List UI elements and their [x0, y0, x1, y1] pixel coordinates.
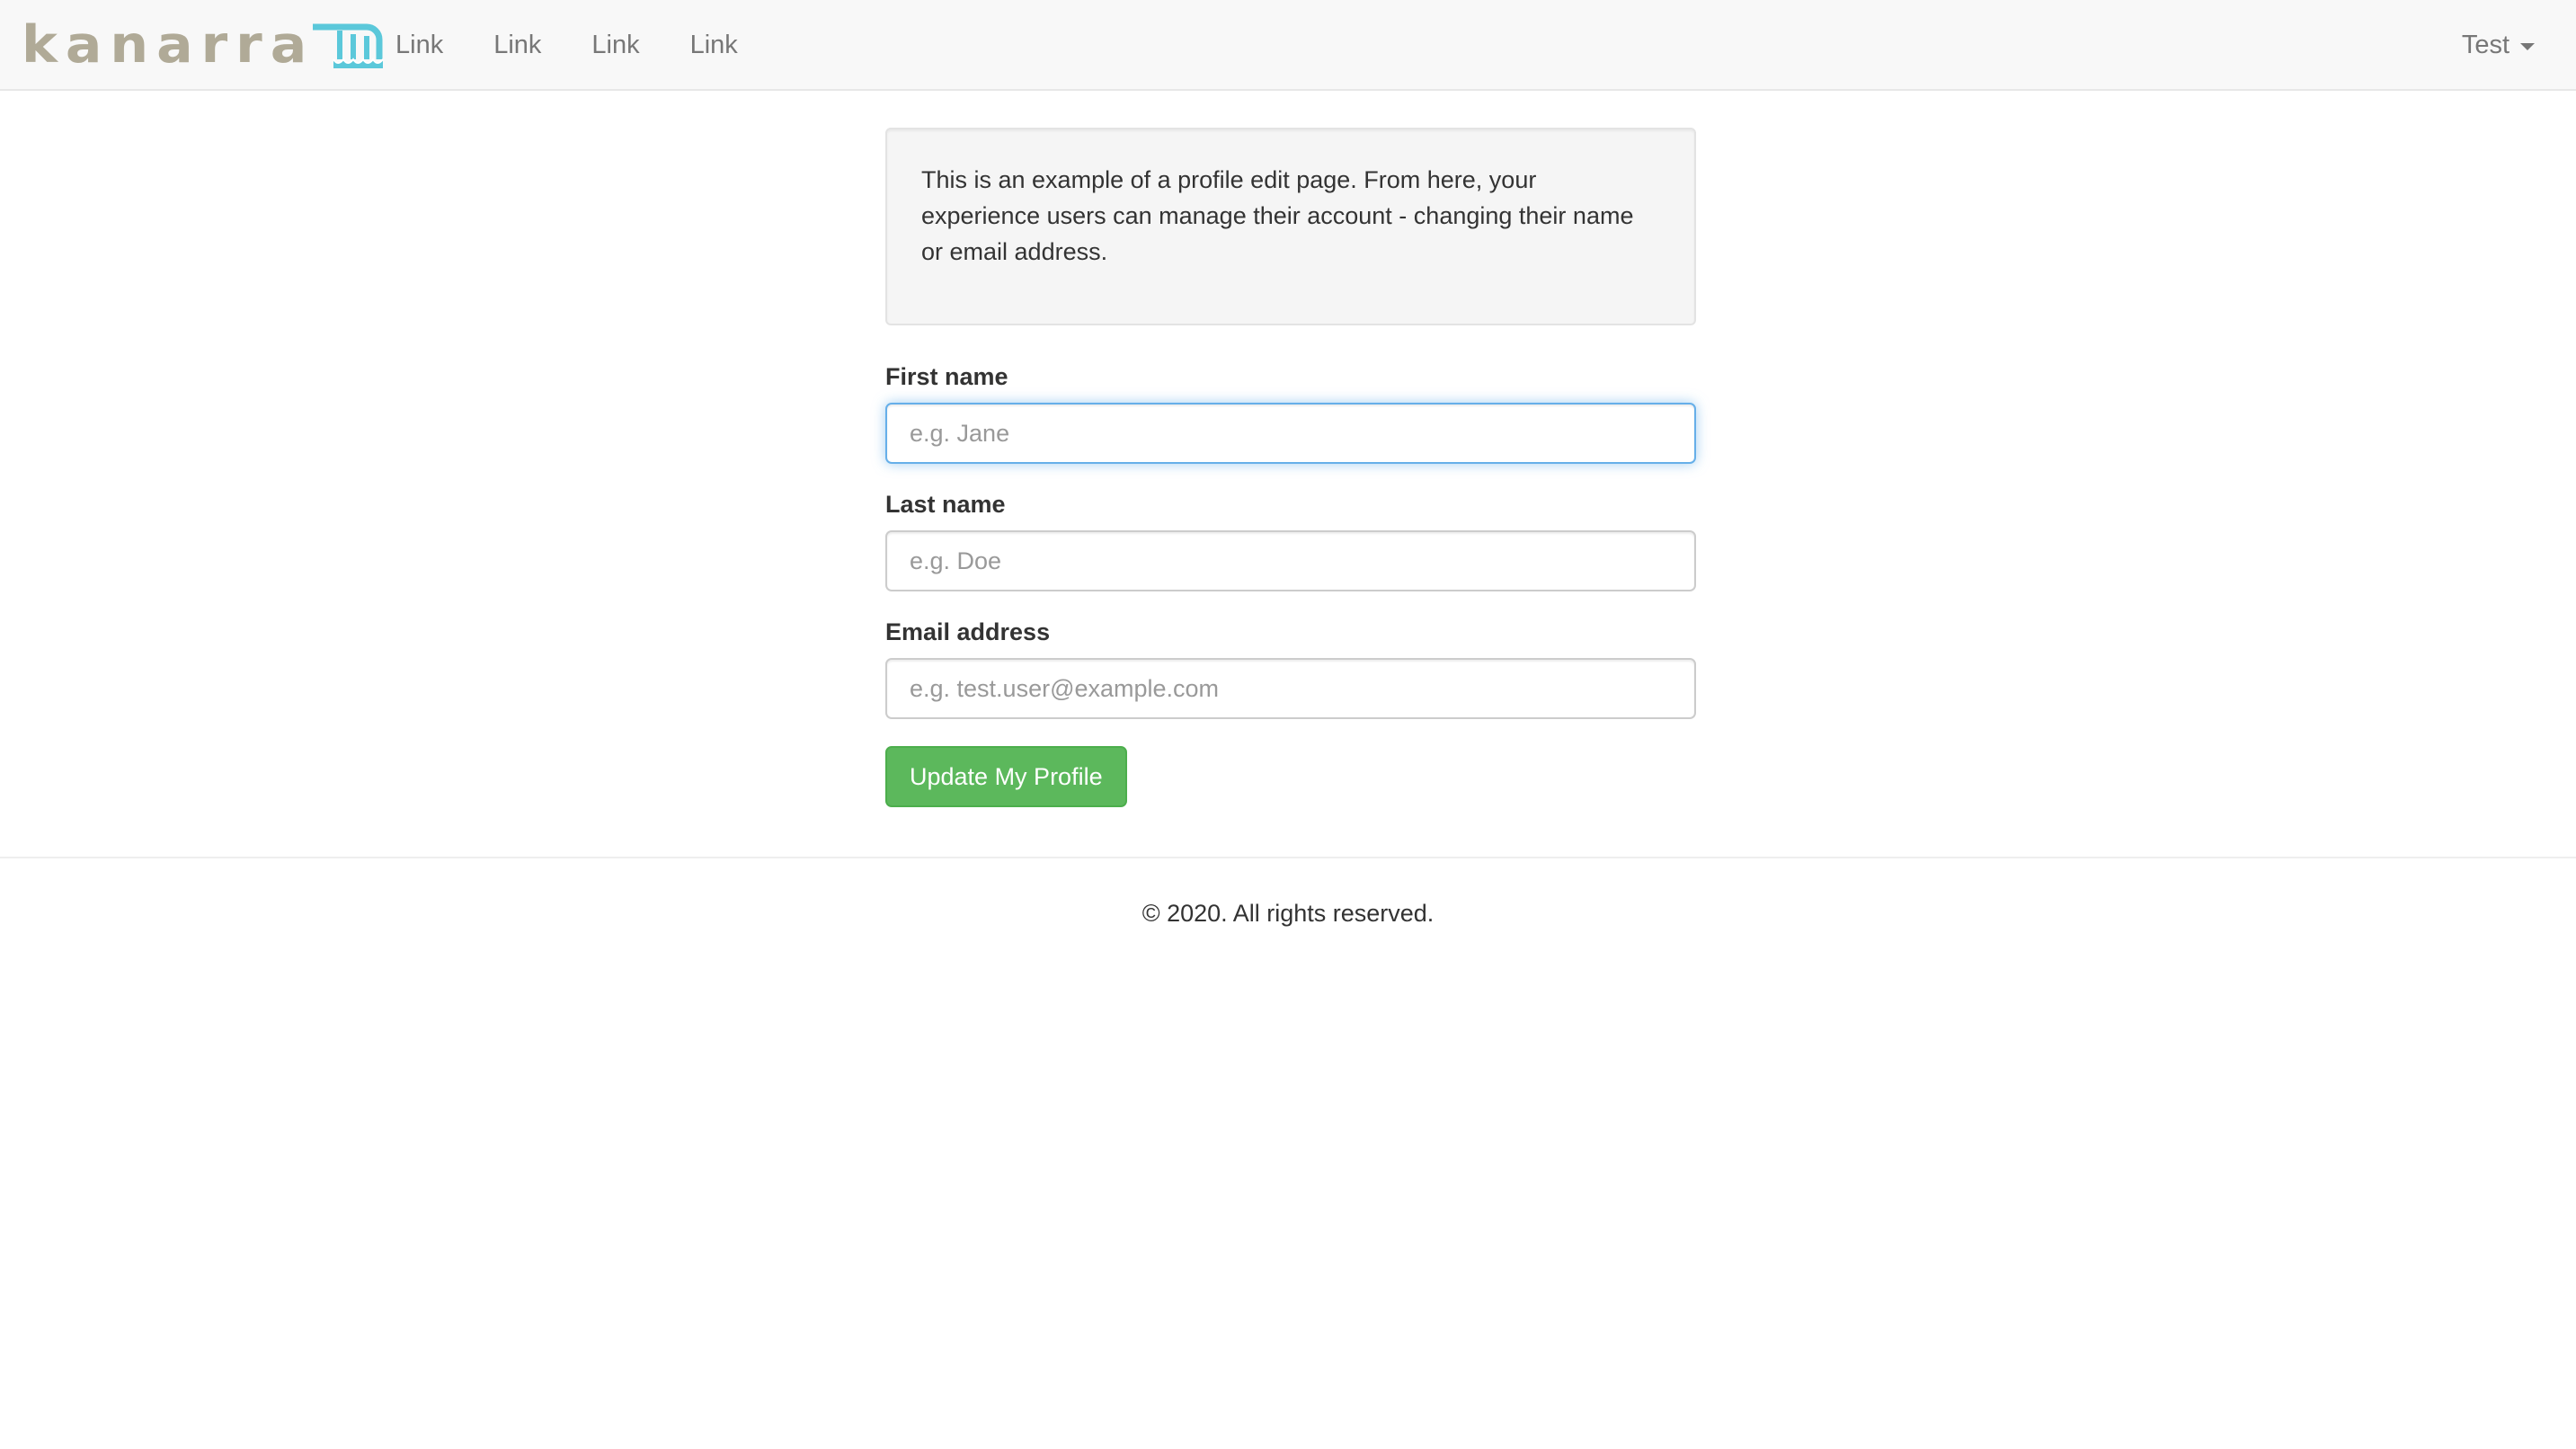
- last-name-label: Last name: [885, 491, 1006, 518]
- nav-link-1[interactable]: Link: [378, 0, 468, 90]
- nav-link-2[interactable]: Link: [468, 0, 566, 90]
- update-profile-button[interactable]: Update My Profile: [885, 746, 1127, 807]
- first-name-label: First name: [885, 363, 1008, 390]
- top-navbar: kanarra Link Link Link Link Test: [0, 0, 2576, 91]
- footer-divider: [0, 857, 2576, 858]
- last-name-input[interactable]: [885, 530, 1696, 591]
- user-menu-label: Test: [2461, 31, 2509, 59]
- nav-link-4[interactable]: Link: [665, 0, 763, 90]
- caret-down-icon: [2520, 43, 2535, 50]
- profile-edit-container: This is an example of a profile edit pag…: [885, 128, 1696, 807]
- intro-text: This is an example of a profile edit pag…: [921, 166, 1634, 265]
- first-name-group: First name: [885, 361, 1696, 464]
- user-menu-dropdown[interactable]: Test: [2462, 0, 2535, 90]
- last-name-group: Last name: [885, 489, 1696, 591]
- email-input[interactable]: [885, 658, 1696, 719]
- email-label: Email address: [885, 618, 1051, 645]
- brand-name: kanarra: [22, 14, 315, 76]
- footer-copyright: © 2020. All rights reserved.: [1141, 900, 1435, 927]
- intro-well: This is an example of a profile edit pag…: [885, 128, 1696, 325]
- email-group: Email address: [885, 617, 1696, 719]
- nav-links: Link Link Link Link: [378, 0, 763, 90]
- nav-link-3[interactable]: Link: [566, 0, 664, 90]
- profile-form: First name Last name Email address Updat…: [885, 361, 1696, 807]
- first-name-input[interactable]: [885, 403, 1696, 464]
- brand-logo[interactable]: kanarra: [22, 20, 390, 70]
